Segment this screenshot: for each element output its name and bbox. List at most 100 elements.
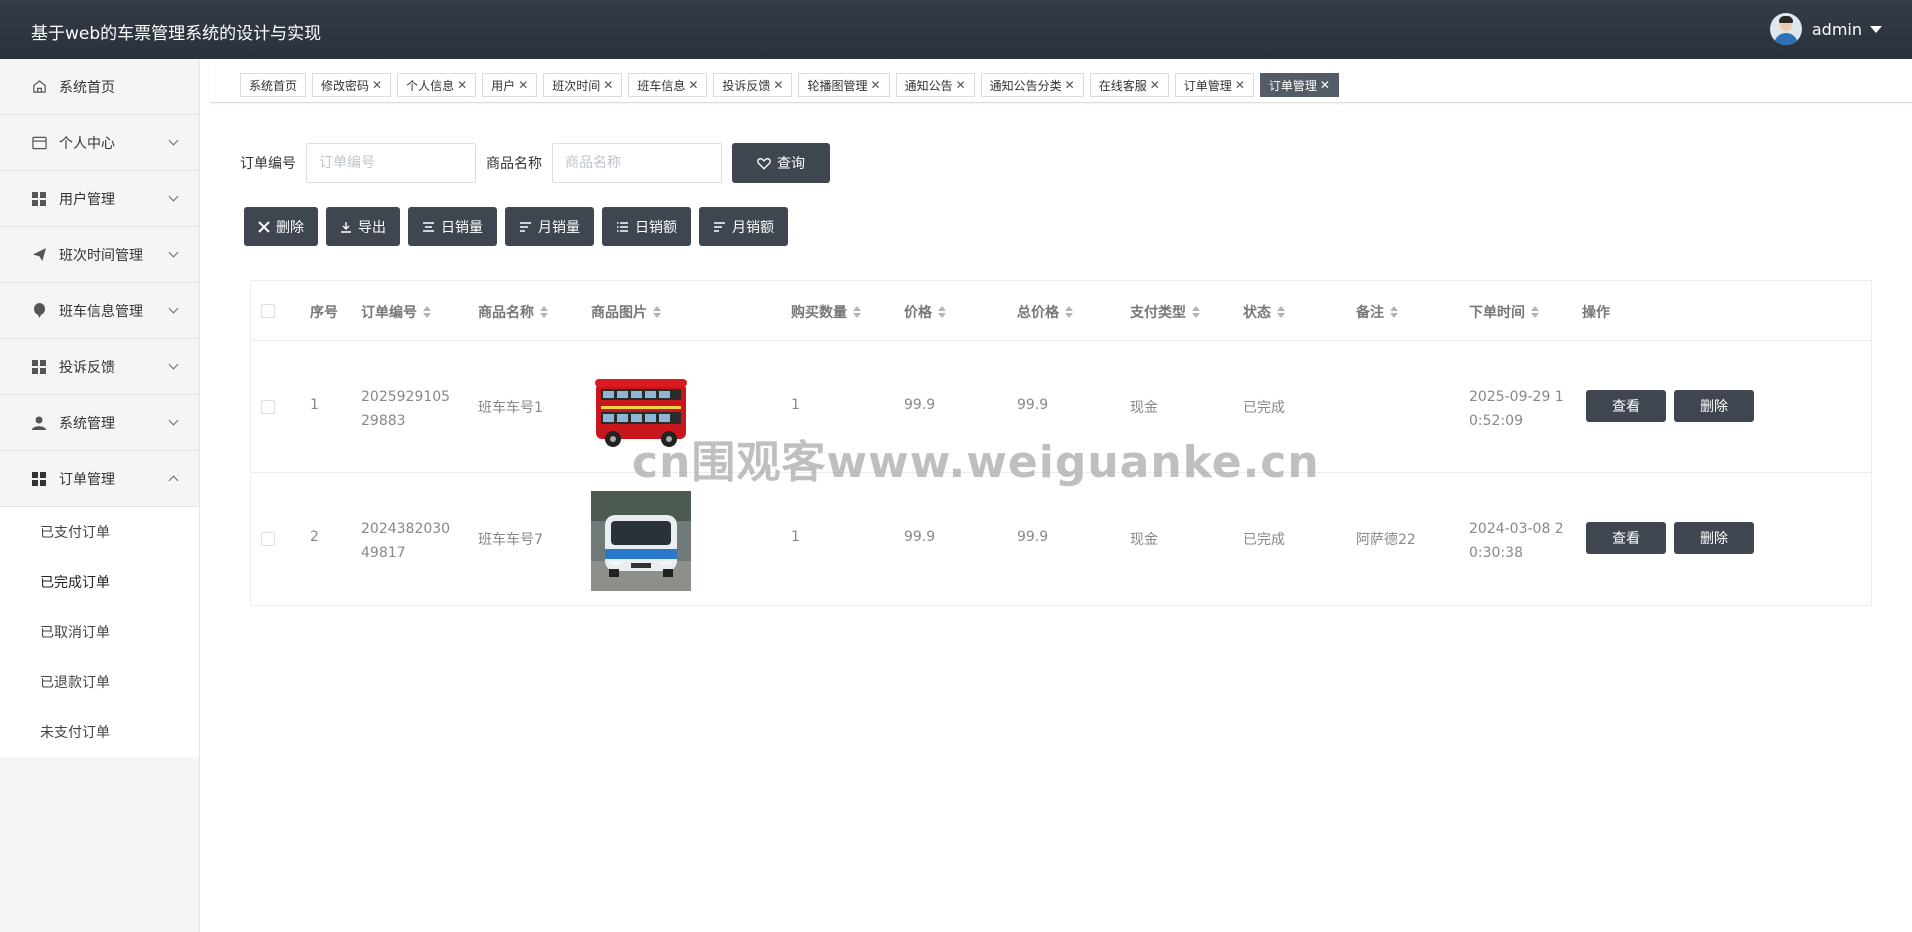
tab-change-password[interactable]: 修改密码 ✕ xyxy=(312,73,392,97)
tab-order-management[interactable]: 订单管理 ✕ xyxy=(1174,73,1254,97)
price: 99.9 xyxy=(904,529,936,545)
row-checkbox[interactable] xyxy=(261,532,275,546)
delete-button[interactable]: 删除 xyxy=(244,207,318,246)
sort-icon[interactable] xyxy=(540,306,548,318)
column-header-price[interactable]: 价格 xyxy=(904,302,946,322)
product-image-blue-bus[interactable] xyxy=(591,491,691,591)
close-icon[interactable]: ✕ xyxy=(603,78,613,92)
select-all-checkbox[interactable] xyxy=(261,304,275,318)
tab-bus-info[interactable]: 班车信息 ✕ xyxy=(628,73,708,97)
price: 99.9 xyxy=(904,397,936,413)
chevron-down-icon xyxy=(168,359,179,370)
sort-icon[interactable] xyxy=(938,306,946,318)
column-header-quantity[interactable]: 购买数量 xyxy=(791,302,861,322)
close-icon[interactable]: ✕ xyxy=(1235,78,1245,92)
column-header-product-image[interactable]: 商品图片 xyxy=(591,302,661,322)
tab-home[interactable]: 系统首页 xyxy=(240,73,307,97)
user-menu[interactable]: admin xyxy=(1769,13,1882,45)
submenu-item-completed-orders[interactable]: 已完成订单 xyxy=(0,557,199,607)
sidebar-item-complaint-feedback[interactable]: 投诉反馈 xyxy=(0,339,199,395)
sidebar-item-user-management[interactable]: 用户管理 xyxy=(0,171,199,227)
sort-icon[interactable] xyxy=(853,306,861,318)
align-center-icon xyxy=(423,221,434,232)
user-name[interactable]: admin xyxy=(1812,20,1862,39)
tab-schedule-time[interactable]: 班次时间 ✕ xyxy=(543,73,623,97)
monthly-sales-qty-button[interactable]: 月销量 xyxy=(505,207,594,246)
caret-down-icon[interactable] xyxy=(1870,25,1882,33)
view-button[interactable]: 查看 xyxy=(1586,522,1666,554)
tab-notice-category[interactable]: 通知公告分类 ✕ xyxy=(980,73,1084,97)
row-checkbox[interactable] xyxy=(261,400,275,414)
tab-personal-info[interactable]: 个人信息 ✕ xyxy=(397,73,477,97)
order-no: 202438203049817 xyxy=(361,521,451,561)
sort-icon[interactable] xyxy=(1277,306,1285,318)
close-icon[interactable]: ✕ xyxy=(1320,78,1330,92)
balloon-icon xyxy=(31,302,47,319)
total-price: 99.9 xyxy=(1017,397,1049,413)
daily-sales-amount-button[interactable]: 日销额 xyxy=(602,207,691,246)
chevron-down-icon xyxy=(168,247,179,258)
tab-notice[interactable]: 通知公告 ✕ xyxy=(895,73,975,97)
status: 已完成 xyxy=(1243,400,1285,416)
close-icon[interactable]: ✕ xyxy=(457,78,467,92)
close-icon[interactable]: ✕ xyxy=(372,78,382,92)
column-header-remark[interactable]: 备注 xyxy=(1356,302,1398,322)
order-no: 202592910529883 xyxy=(361,389,451,429)
column-header-order-time[interactable]: 下单时间 xyxy=(1469,302,1539,322)
close-icon xyxy=(258,220,270,233)
tab-order-management-active[interactable]: 订单管理 ✕ xyxy=(1259,73,1339,97)
submenu-item-paid-orders[interactable]: 已支付订单 xyxy=(0,507,199,557)
quantity: 1 xyxy=(791,529,800,545)
order-time: 2025-09-29 10:52:09 xyxy=(1469,389,1564,429)
sort-icon[interactable] xyxy=(1531,306,1539,318)
sort-icon[interactable] xyxy=(1390,306,1398,318)
query-button[interactable]: 查询 xyxy=(732,143,830,183)
monthly-sales-amount-button[interactable]: 月销额 xyxy=(699,207,788,246)
view-button[interactable]: 查看 xyxy=(1586,390,1666,422)
row-delete-button[interactable]: 删除 xyxy=(1674,522,1754,554)
close-icon[interactable]: ✕ xyxy=(1150,78,1160,92)
tab-carousel-management[interactable]: 轮播图管理 ✕ xyxy=(798,73,890,97)
column-header-status[interactable]: 状态 xyxy=(1243,302,1285,322)
sidebar-item-home[interactable]: 系统首页 xyxy=(0,59,199,115)
close-icon[interactable]: ✕ xyxy=(688,78,698,92)
sort-icon[interactable] xyxy=(1065,306,1073,318)
sidebar-item-label: 班车信息管理 xyxy=(59,303,143,320)
chevron-down-icon xyxy=(168,303,179,314)
tab-online-service[interactable]: 在线客服 ✕ xyxy=(1089,73,1169,97)
sidebar-item-personal-center[interactable]: 个人中心 xyxy=(0,115,199,171)
sidebar-item-schedule-management[interactable]: 班次时间管理 xyxy=(0,227,199,283)
close-icon[interactable]: ✕ xyxy=(518,78,528,92)
sort-icon[interactable] xyxy=(423,306,431,318)
submenu-item-refunded-orders[interactable]: 已退款订单 xyxy=(0,657,199,707)
close-icon[interactable]: ✕ xyxy=(1065,78,1075,92)
sidebar-item-bus-info-management[interactable]: 班车信息管理 xyxy=(0,283,199,339)
heart-icon xyxy=(757,157,771,170)
tab-complaint-feedback[interactable]: 投诉反馈 ✕ xyxy=(713,73,793,97)
row-delete-button[interactable]: 删除 xyxy=(1674,390,1754,422)
close-icon[interactable]: ✕ xyxy=(773,78,783,92)
product-name-input[interactable] xyxy=(552,143,722,183)
order-no-input[interactable] xyxy=(306,143,476,183)
row-index: 1 xyxy=(310,397,319,413)
submenu-item-cancelled-orders[interactable]: 已取消订单 xyxy=(0,607,199,657)
remark: 阿萨德22 xyxy=(1356,532,1416,548)
close-icon[interactable]: ✕ xyxy=(871,78,881,92)
product-name: 班车车号1 xyxy=(478,400,543,416)
column-header-product-name[interactable]: 商品名称 xyxy=(478,302,548,322)
sort-lines-icon xyxy=(714,221,725,232)
tab-user[interactable]: 用户 ✕ xyxy=(482,73,538,97)
column-header-pay-type[interactable]: 支付类型 xyxy=(1130,302,1200,322)
column-header-order-no[interactable]: 订单编号 xyxy=(361,302,431,322)
avatar[interactable] xyxy=(1769,13,1802,45)
close-icon[interactable]: ✕ xyxy=(956,78,966,92)
sidebar-item-system-management[interactable]: 系统管理 xyxy=(0,395,199,451)
daily-sales-qty-button[interactable]: 日销量 xyxy=(408,207,497,246)
sort-icon[interactable] xyxy=(1192,306,1200,318)
column-header-total[interactable]: 总价格 xyxy=(1017,302,1073,322)
export-button[interactable]: 导出 xyxy=(326,207,400,246)
sidebar-item-order-management[interactable]: 订单管理 xyxy=(0,451,199,507)
sort-icon[interactable] xyxy=(653,306,661,318)
submenu-item-unpaid-orders[interactable]: 未支付订单 xyxy=(0,707,199,757)
sort-lines-icon xyxy=(520,221,531,232)
